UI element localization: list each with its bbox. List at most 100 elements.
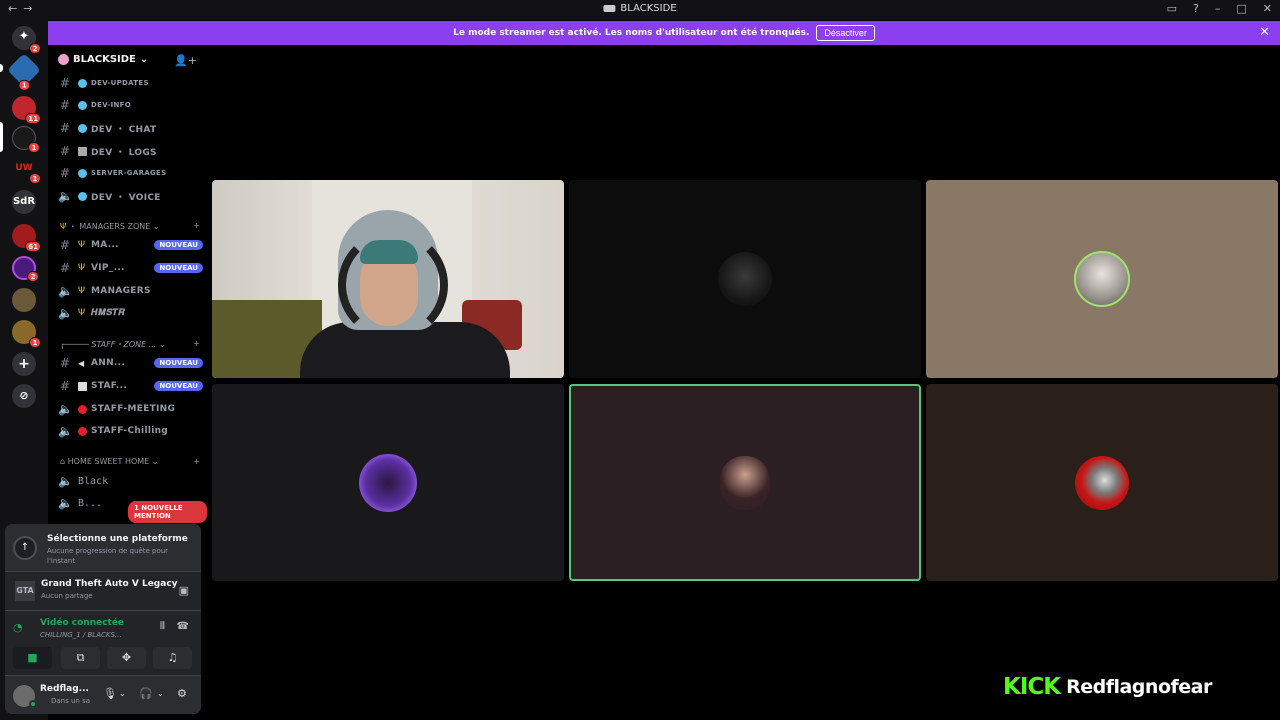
inbox-icon[interactable]: ▭ <box>1167 2 1177 15</box>
category-managers-zone[interactable]: Ψ ・ MANAGERS ZONE ⌄ + <box>60 221 200 232</box>
screen-share-button[interactable]: ⧉ <box>61 647 100 669</box>
server-sdr-icon[interactable]: SdR <box>12 190 36 214</box>
maximize-button[interactable]: □ <box>1236 2 1246 15</box>
channel-staff-chilling[interactable]: 🔈 STAFF-Chilling <box>58 421 203 441</box>
disconnect-icon[interactable]: ☎ <box>177 621 189 632</box>
new-badge: NOUVEAU <box>154 240 203 250</box>
video-tile-participant-4[interactable] <box>212 384 564 581</box>
video-tile-webcam[interactable] <box>212 180 564 378</box>
channel-emoji-icon <box>78 123 87 133</box>
disable-streamer-button[interactable]: Désactiver <box>816 25 875 41</box>
new-badge: NOUVEAU <box>154 358 203 368</box>
channel-managers-2[interactable]: # Ψ VIP_... NOUVEAU <box>58 258 203 278</box>
channel-dev-info[interactable]: # DEV-INFO <box>58 95 203 115</box>
trident-icon: Ψ <box>78 307 86 318</box>
invite-people-icon[interactable]: 👤+ <box>174 54 197 67</box>
channel-emoji-icon <box>78 78 87 88</box>
channel-server-garages[interactable]: # SERVER-GARAGES <box>58 163 203 183</box>
video-tile-participant-5[interactable] <box>569 384 921 581</box>
channel-managers-voice[interactable]: 🔈 Ψ MANAGERS <box>58 281 203 301</box>
channel-emoji-icon <box>78 191 87 201</box>
voice-channel-link[interactable]: CHILLING_1 / BLACKS... <box>40 631 122 639</box>
video-tile-participant-2[interactable] <box>569 180 921 378</box>
server-wings-icon[interactable]: 61 <box>12 224 41 252</box>
channel-dev-voice[interactable]: 🔈 DEV ・ VOICE <box>58 186 203 206</box>
server-uw-icon[interactable]: UW 1 <box>12 156 41 184</box>
discord-home-icon[interactable]: ✦ 2 <box>12 26 41 54</box>
game-icon: GTA <box>15 581 35 601</box>
server-logo-icon <box>603 5 616 12</box>
laptop-icon <box>78 146 87 156</box>
kick-channel-name: Redflagnofear <box>1066 676 1212 698</box>
discover-icon[interactable]: ⊘ <box>12 384 36 408</box>
signal-icon: ◔ <box>13 621 23 634</box>
noise-suppression-icon[interactable]: 𝄃𝄃 <box>161 621 165 632</box>
help-icon[interactable]: ? <box>1193 2 1199 15</box>
server-blackside-icon[interactable]: 1 <box>12 126 40 153</box>
activity-row[interactable]: GTA Grand Theft Auto V Legacy Aucun part… <box>5 571 201 609</box>
hash-icon: # <box>59 166 71 180</box>
add-channel-icon[interactable]: + <box>193 221 200 232</box>
microphone-icon[interactable]: 🎙 <box>103 687 117 700</box>
voice-status: ◔ Vidéo connectée CHILLING_1 / BLACKS...… <box>5 610 201 674</box>
server-blue-icon[interactable]: 1 <box>7 53 41 91</box>
avatar <box>359 453 417 512</box>
close-banner-icon[interactable]: ✕ <box>1259 25 1270 40</box>
channel-staff-text[interactable]: # STAF... NOUVEAU <box>58 376 203 396</box>
speaker-icon: 🔈 <box>58 284 73 298</box>
channel-black[interactable]: 🔈 Black <box>58 471 203 491</box>
category-staff-zone[interactable]: ┌───── STAFF・ZONE ... ⌄ + <box>60 339 200 350</box>
new-mention-pill[interactable]: 1 NOUVELLE MENTION <box>128 501 207 523</box>
camera-button[interactable]: ■ <box>13 647 52 669</box>
banner-message: Le mode streamer est activé. Les noms d'… <box>453 28 810 38</box>
close-window-button[interactable]: ✕ <box>1263 2 1272 15</box>
category-home-sweet-home[interactable]: ⌂ HOME SWEET HOME ⌄ + <box>60 457 200 466</box>
channel-hmstr[interactable]: 🔈 Ψ 𝑯𝑴𝑺𝑻𝑹 <box>58 303 203 323</box>
channel-staff-meeting[interactable]: 🔈 STAFF-MEETING <box>58 399 203 419</box>
online-status-icon <box>29 700 37 708</box>
chevron-down-icon: ⌄ <box>139 54 149 65</box>
server-gold-icon[interactable]: 1 <box>12 320 41 348</box>
server-purple-icon[interactable]: 2 <box>12 256 39 282</box>
hash-icon: # <box>59 76 71 90</box>
channel-dev-chat[interactable]: # DEV ・ CHAT <box>58 118 203 138</box>
channel-emoji-icon <box>78 168 87 178</box>
hash-icon: # <box>59 98 71 112</box>
chevron-down-icon[interactable]: ⌄ <box>119 689 126 698</box>
hash-icon: # <box>59 356 71 370</box>
trident-icon: Ψ <box>78 262 86 273</box>
server-header[interactable]: BLACKSIDE ⌄ <box>58 54 148 65</box>
quest-icon: ↑ <box>13 536 37 560</box>
activities-button[interactable]: ✥ <box>107 647 146 669</box>
soundboard-button[interactable]: ♫ <box>153 647 192 669</box>
channel-announcements[interactable]: # ◀ ANN... NOUVEAU <box>58 353 203 373</box>
avatar <box>1074 251 1130 307</box>
gear-icon[interactable]: ⚙ <box>177 687 187 700</box>
hash-icon: # <box>59 121 71 135</box>
add-channel-icon[interactable]: + <box>193 457 200 466</box>
add-channel-icon[interactable]: + <box>193 339 200 350</box>
user-area: Redflag... Dans un sa 🎙 ⌄ 🎧 ⌄ ⚙ <box>5 675 201 714</box>
webcam-person <box>300 210 510 378</box>
speaker-icon: 🔈 <box>58 402 73 416</box>
channel-dev-updates[interactable]: # DEV-UPDATES <box>58 73 203 93</box>
channel-emoji-icon <box>78 100 87 110</box>
user-panel: ↑ Sélectionne une plateforme Aucune prog… <box>5 524 201 714</box>
chevron-down-icon[interactable]: ⌄ <box>157 689 164 698</box>
server-red-icon[interactable]: 11 <box>12 96 41 124</box>
channel-managers-1[interactable]: # Ψ MA... NOUVEAU <box>58 235 203 255</box>
stream-game-icon[interactable]: ▣ <box>179 584 189 597</box>
avatar <box>1075 455 1129 510</box>
server-character-icon[interactable] <box>12 288 36 312</box>
quest-card[interactable]: ↑ Sélectionne une plateforme Aucune prog… <box>5 524 201 571</box>
trident-icon: Ψ <box>60 222 67 231</box>
minimize-button[interactable]: – <box>1215 2 1221 15</box>
add-server-icon[interactable]: + <box>12 352 36 376</box>
video-tile-participant-6[interactable] <box>926 384 1278 581</box>
nav-arrows[interactable]: ←→ <box>8 2 38 15</box>
video-tile-participant-3[interactable] <box>926 180 1278 378</box>
title-bar: ←→ BLACKSIDE ▭ ? – □ ✕ <box>0 0 1280 20</box>
channel-dev-logs[interactable]: # DEV ・ LOGS <box>58 141 203 161</box>
headphones-icon[interactable]: 🎧 <box>139 687 153 700</box>
hash-icon: # <box>59 144 71 158</box>
